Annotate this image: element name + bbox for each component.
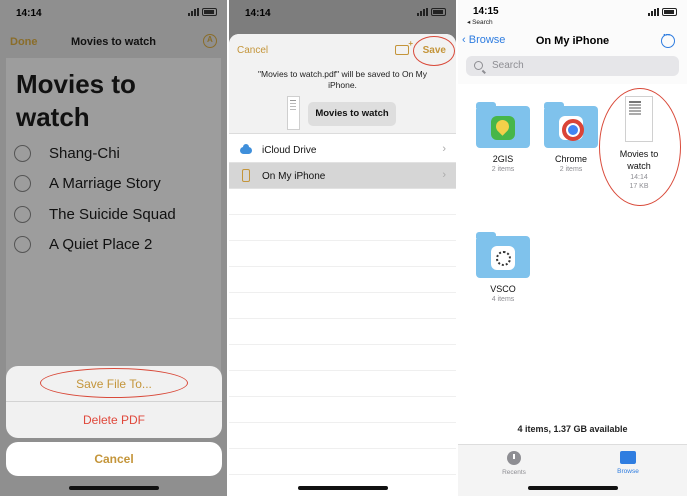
cloud-icon xyxy=(240,144,252,154)
search-input[interactable]: Search xyxy=(466,56,679,76)
2gis-icon xyxy=(491,116,515,140)
home-indicator xyxy=(527,486,618,490)
empty-row xyxy=(229,215,456,241)
location-label: iCloud Drive xyxy=(262,145,317,156)
more-options-icon[interactable] xyxy=(661,30,675,48)
empty-row xyxy=(229,345,456,371)
checklist-label: Shang-Chi xyxy=(49,144,120,162)
save-message: "Movies to watch.pdf" will be saved to O… xyxy=(257,69,428,90)
new-folder-icon[interactable] xyxy=(395,39,413,55)
status-time: 14:14 xyxy=(16,8,42,19)
item-name: Chrome xyxy=(554,154,587,164)
item-meta: 2 items xyxy=(559,166,583,173)
vsco-icon xyxy=(491,246,515,270)
files-nav-bar: ‹ Browse On My iPhone xyxy=(458,30,687,52)
folder-icon xyxy=(476,232,530,278)
folder-vsco[interactable]: VSCO 4 items xyxy=(468,232,538,303)
battery-icon xyxy=(662,8,677,16)
files-panel: 14:15 ◂ Search ‹ Browse On My iPhone Sea… xyxy=(458,0,687,496)
file-name-field[interactable]: Movies to watch xyxy=(308,102,396,126)
empty-row xyxy=(229,293,456,319)
checkbox-circle-icon[interactable] xyxy=(14,144,31,162)
empty-row xyxy=(229,371,456,397)
chrome-icon xyxy=(559,116,584,141)
empty-row xyxy=(229,267,456,293)
checklist-label: A Quiet Place 2 xyxy=(49,235,153,253)
checklist-item[interactable]: A Marriage Story xyxy=(14,173,161,193)
folder-icon xyxy=(620,451,636,464)
empty-row xyxy=(229,397,456,423)
item-meta: 4 items xyxy=(491,296,515,303)
status-bar: 14:14 xyxy=(229,0,456,22)
checklist-item[interactable]: The Suicide Squad xyxy=(14,204,176,224)
battery-icon xyxy=(431,8,446,16)
checkbox-circle-icon[interactable] xyxy=(14,174,31,192)
item-name: 2GIS xyxy=(492,154,514,164)
folder-2gis[interactable]: 2GIS 2 items xyxy=(468,102,538,173)
home-indicator xyxy=(68,486,159,490)
save-sheet: Cancel Save "Movies to watch.pdf" will b… xyxy=(229,34,456,496)
location-icloud-drive[interactable]: iCloud Drive › xyxy=(229,137,456,163)
empty-row xyxy=(229,423,456,449)
chevron-right-icon: › xyxy=(442,143,446,155)
tab-browse[interactable]: Browse xyxy=(603,451,653,475)
markup-icon[interactable] xyxy=(203,34,217,48)
checklist-label: A Marriage Story xyxy=(49,174,161,192)
battery-icon xyxy=(202,8,217,16)
checklist-label: The Suicide Squad xyxy=(49,205,176,223)
highlight-oval xyxy=(599,88,681,206)
tab-label: Recents xyxy=(502,469,526,476)
item-name: VSCO xyxy=(490,284,516,294)
folder-chrome[interactable]: Chrome 2 items xyxy=(536,102,606,173)
page-title: On My iPhone xyxy=(535,35,610,47)
status-time: 14:14 xyxy=(245,8,271,19)
search-placeholder: Search xyxy=(492,60,524,71)
highlight-oval xyxy=(413,36,455,66)
save-sheet-panel: 14:14 Cancel Save "Movies to watch.pdf" … xyxy=(229,0,456,496)
nav-title: Movies to watch xyxy=(71,36,156,48)
folder-icon xyxy=(476,102,530,148)
empty-row xyxy=(229,449,456,475)
status-icons xyxy=(188,8,217,16)
checkbox-circle-icon[interactable] xyxy=(14,235,31,253)
checklist-item[interactable]: Shang-Chi xyxy=(14,143,120,163)
cancel-button[interactable]: Cancel xyxy=(6,442,222,476)
delete-pdf-button[interactable]: Delete PDF xyxy=(6,402,222,438)
tab-label: Browse xyxy=(617,468,639,475)
clock-icon xyxy=(507,451,521,465)
notes-nav-bar: Done Movies to watch xyxy=(0,28,227,56)
signal-icon xyxy=(648,8,659,16)
home-indicator xyxy=(297,486,388,490)
checklist-item[interactable]: A Quiet Place 2 xyxy=(14,234,152,254)
empty-row xyxy=(229,189,456,215)
status-time: 14:15 xyxy=(473,6,499,17)
back-to-app-link[interactable]: ◂ Search xyxy=(467,18,493,26)
folder-icon xyxy=(544,102,598,148)
empty-row xyxy=(229,241,456,267)
signal-icon xyxy=(188,8,199,16)
search-icon xyxy=(474,61,483,70)
cancel-button[interactable]: Cancel xyxy=(237,45,268,56)
status-icons xyxy=(648,8,677,16)
pdf-thumbnail-icon xyxy=(287,96,300,130)
notes-panel: 14:14 Done Movies to watch Movies to wat… xyxy=(0,0,227,496)
item-meta: 2 items xyxy=(491,166,515,173)
storage-summary: 4 items, 1.37 GB available xyxy=(517,424,628,434)
tab-recents[interactable]: Recents xyxy=(489,451,539,476)
location-label: On My iPhone xyxy=(262,171,326,182)
chevron-right-icon: › xyxy=(442,169,446,181)
note-title: Movies to watch xyxy=(16,69,136,132)
signal-icon xyxy=(417,8,428,16)
highlight-oval xyxy=(40,368,188,398)
iphone-icon xyxy=(242,169,250,182)
status-bar: 14:14 xyxy=(0,0,227,22)
empty-row xyxy=(229,319,456,345)
checkbox-circle-icon[interactable] xyxy=(14,205,31,223)
location-on-my-iphone[interactable]: On My iPhone › xyxy=(229,163,456,189)
status-icons xyxy=(417,8,446,16)
